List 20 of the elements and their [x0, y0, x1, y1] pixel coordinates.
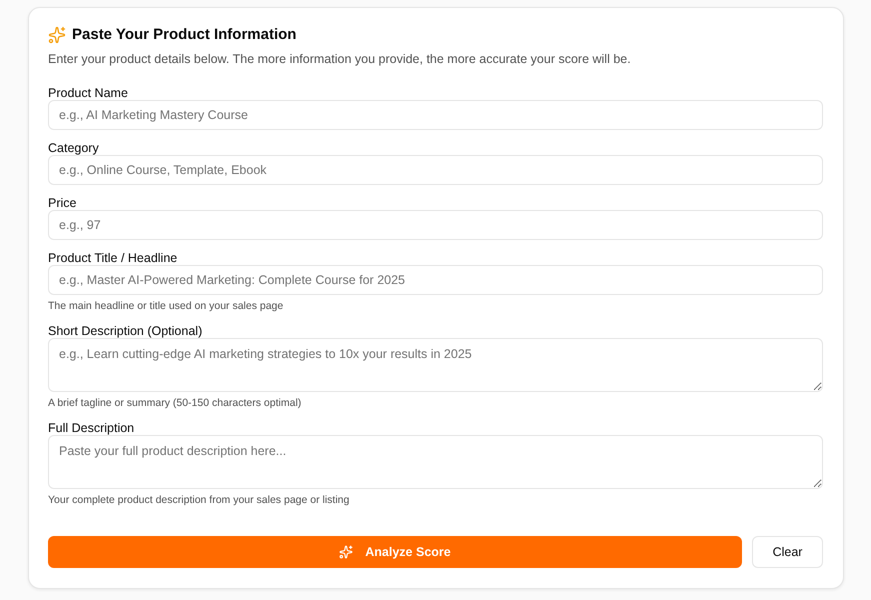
text-input-field[interactable]: e.g., 97 [48, 210, 823, 240]
field-label: Full Description [48, 421, 136, 435]
field-label: Short Description (Optional) [48, 324, 204, 338]
help-text: The main headline or title used on your sales page [48, 299, 284, 313]
sparkles-icon [48, 26, 66, 44]
field-label: Category [48, 141, 100, 155]
text-input-field[interactable]: e.g., AI Marketing Mastery Course [48, 100, 823, 130]
text-input-field[interactable]: e.g., Online Course, Template, Ebook [48, 155, 823, 185]
help-text: A brief tagline or summary (50-150 characters optimal) [48, 396, 302, 410]
field-label: Product Title / Headline [48, 251, 178, 265]
clear-button[interactable]: Clear [752, 536, 823, 568]
field-label: Product Name [48, 86, 129, 100]
textarea-field[interactable]: Paste your full product description here... [48, 435, 823, 489]
sparkles-icon [339, 545, 354, 559]
field-label: Price [48, 196, 78, 210]
text-input-field[interactable]: e.g., Master AI-Powered Marketing: Complete Course for 2025 [48, 265, 823, 295]
card-title: Paste Your Product Information [72, 25, 296, 45]
textarea-field[interactable]: e.g., Learn cutting-edge AI marketing strategies to 10x your results in 2025 [48, 338, 823, 392]
card-subtitle: Enter your product details below. The more information you provide, the more accurate your score will be. [48, 52, 632, 66]
help-text: Your complete product description from your sales page or listing [48, 493, 350, 507]
